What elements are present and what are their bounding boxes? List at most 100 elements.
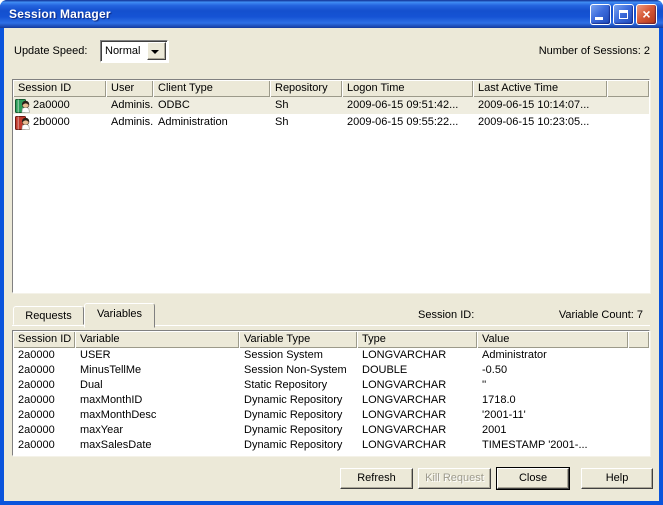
variable-data-type: LONGVARCHAR (362, 409, 447, 421)
sessions-count-label: Number of Sessions: 2 (538, 45, 650, 57)
variable-value: '2001-11' (482, 409, 526, 421)
column-header[interactable]: Variable (75, 331, 239, 348)
variable-type-class: Dynamic Repository (244, 409, 343, 421)
client-area: Update Speed: Normal Number of Sessions:… (4, 28, 659, 501)
column-header[interactable]: Logon Time (342, 80, 473, 97)
combobox-dropdown-button[interactable] (147, 42, 166, 60)
session-client-type: Administration (158, 116, 228, 128)
column-header-stub (628, 331, 649, 348)
variable-value: TIMESTAMP '2001-... (482, 439, 588, 451)
variable-session-id: 2a0000 (18, 424, 55, 436)
tab-requests[interactable]: Requests (13, 306, 84, 325)
update-speed-value: Normal (105, 45, 141, 57)
column-header[interactable]: Variable Type (239, 331, 357, 348)
variable-type-class: Session Non-System (244, 364, 347, 376)
session-user: Adminis... (111, 99, 153, 111)
variable-type-class: Dynamic Repository (244, 424, 343, 436)
session-logon-time: 2009-06-15 09:55:22... (347, 116, 459, 128)
chevron-down-icon (151, 50, 159, 58)
variable-name: USER (80, 349, 111, 361)
column-header[interactable]: Last Active Time (473, 80, 607, 97)
variable-name: maxMonthDesc (80, 409, 157, 421)
session-user: Adminis... (111, 116, 153, 128)
maximize-icon (619, 10, 628, 19)
variable-name: maxMonthID (80, 394, 143, 406)
session-last-active: 2009-06-15 10:23:05... (478, 116, 590, 128)
update-speed-label: Update Speed: (14, 45, 88, 57)
session-repository: Sh (275, 99, 289, 111)
table-row[interactable]: 2b0000 Adminis... Administration Sh 2009… (13, 114, 649, 131)
column-header[interactable]: Client Type (153, 80, 270, 97)
table-row[interactable]: 2a0000 MinusTellMe Session Non-System DO… (13, 363, 649, 378)
tab-variables[interactable]: Variables (84, 303, 155, 328)
session-client-type: ODBC (158, 99, 190, 111)
variable-data-type: LONGVARCHAR (362, 379, 447, 391)
table-row[interactable]: 2a0000 maxMonthID Dynamic Repository LON… (13, 393, 649, 408)
column-header[interactable]: Repository (270, 80, 342, 97)
sessions-table: Session ID User Client Type Repository L… (12, 79, 650, 293)
column-header[interactable]: Value (477, 331, 628, 348)
column-header-stub (607, 80, 649, 97)
variable-session-id: 2a0000 (18, 409, 55, 421)
variable-name: Dual (80, 379, 103, 391)
variable-data-type: DOUBLE (362, 364, 408, 376)
variable-session-id: 2a0000 (18, 394, 55, 406)
minimize-button[interactable] (590, 4, 611, 25)
close-icon: × (642, 6, 651, 22)
variable-name: MinusTellMe (80, 364, 142, 376)
session-last-active: 2009-06-15 10:14:07... (478, 99, 590, 111)
variables-table-header: Session ID Variable Variable Type Type V… (13, 331, 649, 348)
variable-data-type: LONGVARCHAR (362, 394, 447, 406)
table-row[interactable]: 2a0000 maxMonthDesc Dynamic Repository L… (13, 408, 649, 423)
variable-value: 1718.0 (482, 394, 516, 406)
close-dialog-button[interactable]: Close (497, 468, 569, 489)
session-id-label: Session ID: (418, 309, 475, 321)
session-id: 2b0000 (33, 116, 70, 128)
column-header[interactable]: Type (357, 331, 477, 348)
table-row[interactable]: 2a0000 Adminis... ODBC Sh 2009-06-15 09:… (13, 97, 649, 114)
column-header[interactable]: Session ID (13, 80, 106, 97)
variable-value: -0.50 (482, 364, 508, 376)
close-button[interactable]: × (636, 4, 657, 25)
column-header[interactable]: User (106, 80, 153, 97)
session-manager-window: Session Manager × Update Speed: Normal N… (0, 0, 663, 505)
session-repository: Sh (275, 116, 289, 128)
variable-session-id: 2a0000 (18, 349, 55, 361)
kill-request-button: Kill Request (418, 468, 491, 489)
variable-type-class: Dynamic Repository (244, 394, 343, 406)
variables-table-body: 2a0000 USER Session System LONGVARCHAR A… (13, 348, 649, 453)
table-row[interactable]: 2a0000 USER Session System LONGVARCHAR A… (13, 348, 649, 363)
variable-type-class: Static Repository (244, 379, 328, 391)
variable-type-class: Session System (244, 349, 323, 361)
variable-data-type: LONGVARCHAR (362, 349, 447, 361)
variable-type-class: Dynamic Repository (244, 439, 343, 451)
variable-name: maxSalesDate (80, 439, 152, 451)
titlebar-buttons: × (590, 4, 657, 25)
refresh-button[interactable]: Refresh (340, 468, 413, 489)
variable-count-label: Variable Count: 7 (558, 309, 643, 321)
table-row[interactable]: 2a0000 maxSalesDate Dynamic Repository L… (13, 438, 649, 453)
maximize-button[interactable] (613, 4, 634, 25)
variable-value: 2001 (482, 424, 507, 436)
titlebar[interactable]: Session Manager × (0, 0, 663, 28)
minimize-icon (595, 17, 603, 20)
table-row[interactable]: 2a0000 Dual Static Repository LONGVARCHA… (13, 378, 649, 393)
variable-data-type: LONGVARCHAR (362, 439, 447, 451)
window-title: Session Manager (9, 7, 111, 21)
update-speed-combobox[interactable]: Normal (100, 40, 168, 62)
variable-session-id: 2a0000 (18, 379, 55, 391)
variable-value: Administrator (482, 349, 547, 361)
variable-data-type: LONGVARCHAR (362, 424, 447, 436)
session-logon-time: 2009-06-15 09:51:42... (347, 99, 459, 111)
session-id: 2a0000 (33, 99, 70, 111)
column-header[interactable]: Session ID (13, 331, 75, 348)
session-red-icon (15, 115, 30, 130)
session-green-icon (15, 98, 30, 113)
variable-name: maxYear (80, 424, 124, 436)
help-button[interactable]: Help (581, 468, 653, 489)
variable-value: '' (482, 379, 487, 391)
variable-session-id: 2a0000 (18, 364, 55, 376)
table-row[interactable]: 2a0000 maxYear Dynamic Repository LONGVA… (13, 423, 649, 438)
variable-session-id: 2a0000 (18, 439, 55, 451)
sessions-table-header: Session ID User Client Type Repository L… (13, 80, 649, 97)
